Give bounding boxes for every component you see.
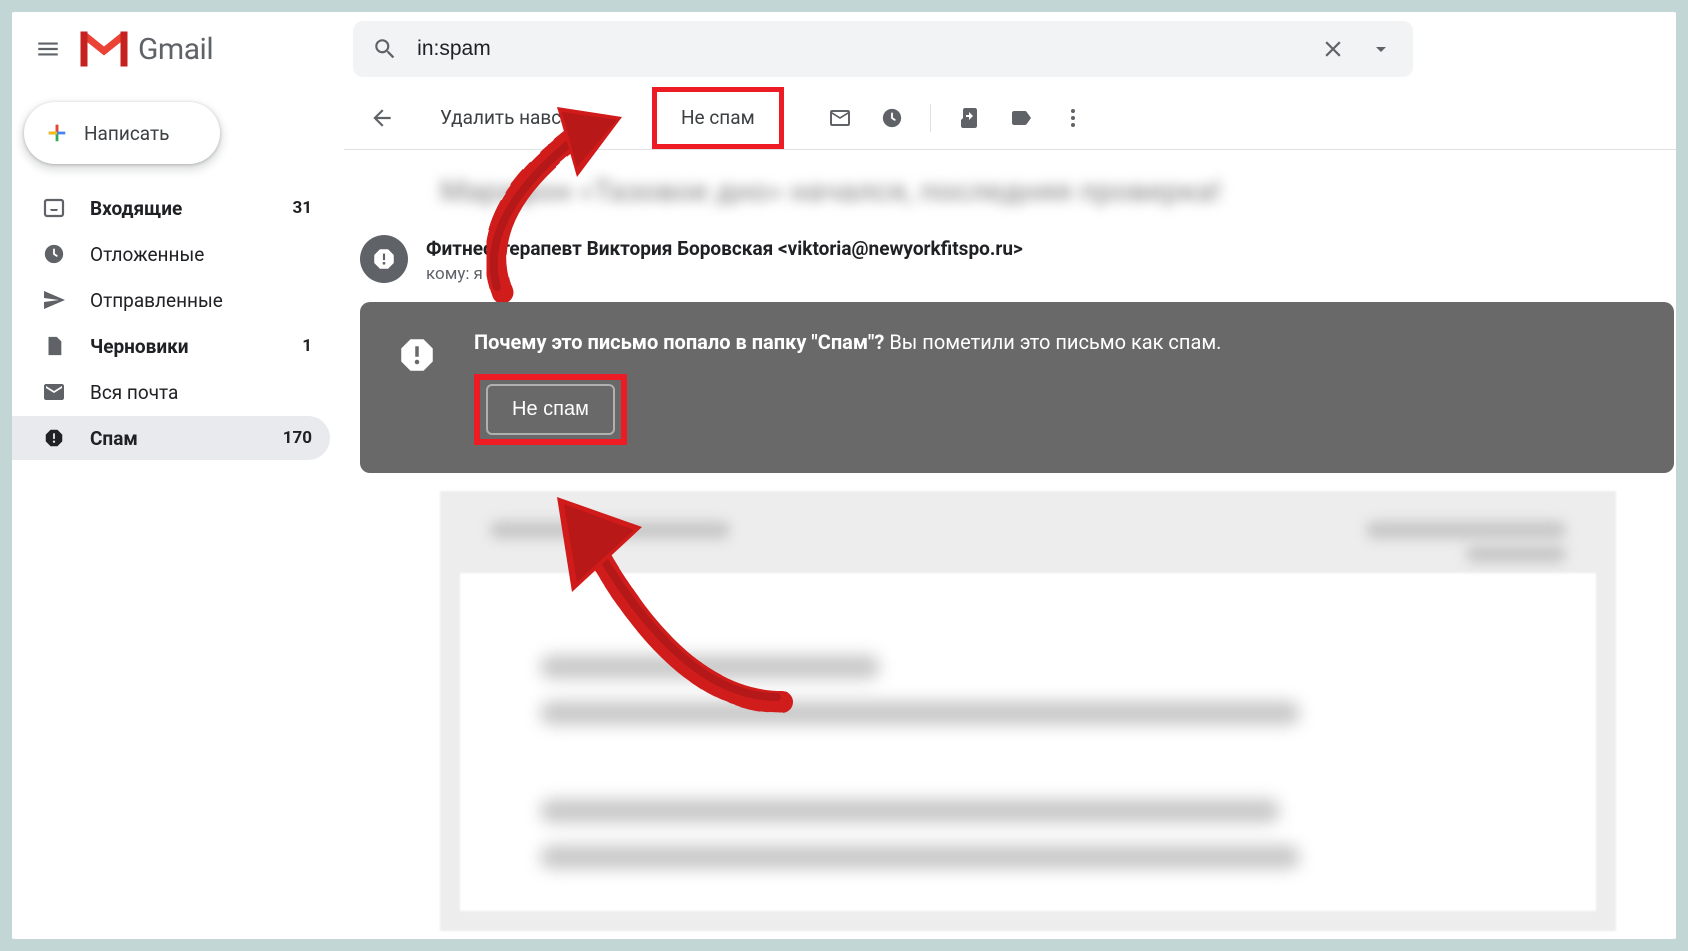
dropdown-arrow-icon bbox=[1369, 37, 1393, 61]
not-spam-label: Не спам bbox=[681, 106, 755, 129]
recipient-prefix: кому: bbox=[426, 264, 469, 284]
annotation-highlight-box-2: Не спам bbox=[474, 374, 627, 445]
sender-name: Фитнес-терапевт Виктория Боровская <vikt… bbox=[426, 237, 1676, 260]
more-vert-icon bbox=[1061, 106, 1085, 130]
mail-closed-icon bbox=[828, 106, 852, 130]
nav-label: Вся почта bbox=[90, 381, 312, 404]
message-toolbar: Удалить навсегда Не спам bbox=[344, 86, 1676, 150]
nav-count: 31 bbox=[292, 198, 312, 218]
sidebar-item-snoozed[interactable]: Отложенные bbox=[12, 232, 330, 276]
move-to-button[interactable] bbox=[945, 94, 993, 142]
main-menu-button[interactable] bbox=[22, 23, 74, 75]
spam-avatar-icon bbox=[371, 246, 397, 272]
mail-icon bbox=[42, 380, 66, 404]
nav-count: 170 bbox=[283, 428, 312, 448]
labels-button[interactable] bbox=[997, 94, 1045, 142]
nav-label: Черновики bbox=[90, 335, 278, 358]
nav-label: Входящие bbox=[90, 197, 268, 220]
close-icon bbox=[1320, 36, 1346, 62]
delete-forever-button[interactable]: Удалить навсегда bbox=[430, 94, 600, 142]
nav-label: Отложенные bbox=[90, 243, 312, 266]
nav-count: 1 bbox=[302, 336, 312, 356]
spam-question: Почему это письмо попало в папку "Спам"? bbox=[474, 330, 884, 354]
annotation-highlight-box: Не спам bbox=[652, 87, 784, 149]
spam-warning-icon bbox=[396, 334, 438, 376]
banner-not-spam-label: Не спам bbox=[512, 398, 589, 420]
sidebar-item-inbox[interactable]: Входящие 31 bbox=[12, 186, 330, 230]
subject-text-blurred: Марафон «Тазовое дно» начался, последняя… bbox=[440, 174, 1676, 209]
hamburger-icon bbox=[35, 36, 61, 62]
label-icon bbox=[1009, 106, 1033, 130]
clear-search-button[interactable] bbox=[1309, 25, 1357, 73]
chevron-down-icon bbox=[487, 265, 505, 283]
file-icon bbox=[42, 334, 66, 358]
mark-unread-button[interactable] bbox=[816, 94, 864, 142]
sidebar-item-spam[interactable]: Спам 170 bbox=[12, 416, 330, 460]
sidebar-item-sent[interactable]: Отправленные bbox=[12, 278, 330, 322]
gmail-logo[interactable]: Gmail bbox=[80, 31, 253, 67]
spam-icon bbox=[42, 426, 66, 450]
toolbar-divider bbox=[930, 104, 931, 132]
search-button[interactable] bbox=[361, 25, 409, 73]
spam-warning-banner: Почему это письмо попало в папку "Спам"?… bbox=[360, 302, 1674, 473]
send-icon bbox=[42, 288, 66, 312]
clock-icon bbox=[42, 242, 66, 266]
search-bar bbox=[353, 21, 1413, 77]
nav-label: Спам bbox=[90, 427, 259, 450]
search-options-button[interactable] bbox=[1357, 25, 1405, 73]
nav-label: Отправленные bbox=[90, 289, 312, 312]
inbox-icon bbox=[42, 196, 66, 220]
folder-move-icon bbox=[957, 106, 981, 130]
not-spam-button[interactable]: Не спам bbox=[661, 94, 775, 142]
search-input[interactable] bbox=[409, 37, 1309, 61]
banner-not-spam-button[interactable]: Не спам bbox=[486, 384, 615, 435]
compose-label: Написать bbox=[84, 122, 169, 145]
email-body-blurred bbox=[440, 491, 1616, 931]
sender-avatar[interactable] bbox=[360, 235, 408, 283]
recipient-dropdown[interactable]: кому: я bbox=[426, 264, 1676, 284]
arrow-back-icon bbox=[369, 105, 395, 131]
spam-reason: Вы пометили это письмо как спам. bbox=[889, 330, 1221, 354]
gmail-wordmark: Gmail bbox=[138, 32, 213, 67]
search-icon bbox=[372, 36, 398, 62]
more-button[interactable] bbox=[1049, 94, 1097, 142]
sidebar-item-allmail[interactable]: Вся почта bbox=[12, 370, 330, 414]
sidebar: Написать Входящие 31 Отложенные Отправле… bbox=[12, 86, 344, 939]
recipient-value: я bbox=[473, 264, 482, 284]
delete-forever-label: Удалить навсегда bbox=[440, 106, 590, 129]
plus-icon bbox=[46, 122, 68, 144]
gmail-m-icon bbox=[80, 31, 128, 67]
back-button[interactable] bbox=[358, 94, 406, 142]
snooze-button[interactable] bbox=[868, 94, 916, 142]
compose-button[interactable]: Написать bbox=[24, 102, 220, 164]
clock-icon bbox=[881, 107, 903, 129]
sidebar-item-drafts[interactable]: Черновики 1 bbox=[12, 324, 330, 368]
